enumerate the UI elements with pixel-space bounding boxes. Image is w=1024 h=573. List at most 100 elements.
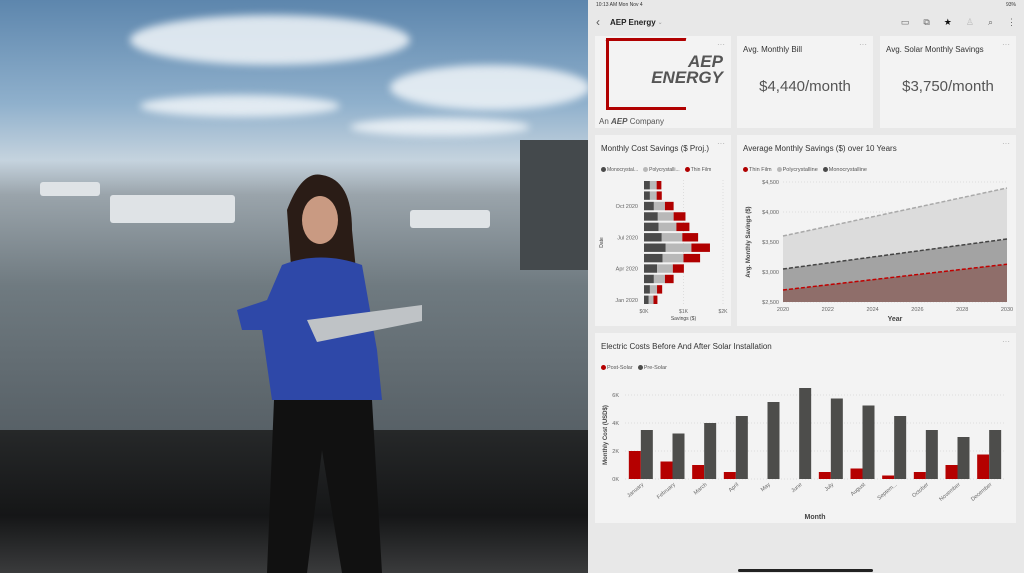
logo-tile[interactable]: ··· AEP ENERGY An AEP Company [595,36,731,128]
y-axis-label: Date [599,237,605,248]
chevron-left-icon[interactable]: ‹ [596,15,600,29]
bar-segment [691,243,710,252]
bar-segment [657,264,673,273]
bar-segment [664,274,674,284]
x-tick-label: $0K [640,309,650,315]
bar-segment [676,222,690,232]
bar-segment [682,233,699,242]
bar-pre-solar [862,405,875,479]
electric-costs-chart[interactable]: Electric Costs Before And After Solar In… [595,333,1016,523]
bar-segment [644,222,659,232]
y-tick-label: $3,500 [762,240,779,246]
x-tick-label: 2022 [822,307,834,313]
y-tick-label: 4K [612,421,619,427]
x-tick-label: Septem... [877,482,899,502]
bar-segment [649,191,657,200]
y-tick-label: $3,000 [762,270,779,276]
bar-pre-solar [957,437,970,479]
x-tick-label: 2028 [956,307,968,313]
avg-savings-area-chart[interactable]: Average Monthly Savings ($) over 10 Year… [737,135,1016,326]
more-options-icon[interactable]: ··· [717,40,725,49]
bar-segment [661,233,683,242]
x-axis-label: Savings ($) [671,316,697,322]
bar-pre-solar [640,430,653,479]
bar-segment [683,253,701,263]
avg-solar-savings-card[interactable]: Avg. Solar Monthly Savings ··· $3,750/mo… [880,36,1016,128]
bar-pre-solar [767,402,780,479]
bar-segment [644,253,663,263]
x-tick-label: October [911,482,930,499]
bar-segment [653,274,665,284]
battery-indicator: 93% [1005,2,1016,8]
bar-pre-solar [925,430,938,479]
y-tick-label: Jan 2020 [615,298,638,304]
bar-post-solar [913,472,926,479]
bar-post-solar [660,461,673,479]
y-tick-label: $4,500 [762,180,779,186]
bar-segment [644,181,650,190]
y-tick-label: Apr 2020 [616,267,638,273]
x-tick-label: 2026 [911,307,923,313]
bar-post-solar [850,468,863,479]
tagline: An [599,117,609,126]
x-tick-label: July [824,482,836,493]
avg-monthly-bill-card[interactable]: Avg. Monthly Bill ··· $4,440/month [737,36,873,128]
x-axis-label: Month [805,514,826,521]
bar-segment [644,295,649,304]
tagline-brand: AEP [611,117,628,126]
bar-pre-solar [672,433,685,479]
status-bar: 10:13 AM Mon Nov 4 93% [588,0,1024,10]
y-tick-label: Oct 2020 [616,204,638,210]
x-axis-label: Year [888,316,903,323]
person-icon[interactable]: ♙ [966,17,974,28]
x-tick-label: $2K [719,309,729,315]
x-tick-label: April [728,482,740,494]
presenter-video [0,0,588,573]
x-tick-label: 2020 [777,307,789,313]
more-icon[interactable]: ⋮ [1007,17,1016,28]
y-axis-label: Avg. Monthly Savings ($) [746,206,752,277]
tagline: Company [629,117,664,126]
x-tick-label: January [626,482,645,499]
bar-segment [656,181,662,190]
chevron-down-icon[interactable]: ⌄ [658,19,663,26]
bar-segment [673,212,686,221]
home-indicator[interactable] [738,569,873,572]
x-tick-label: March [693,482,709,496]
bar-post-solar [882,475,895,479]
x-tick-label: May [760,482,772,493]
search-icon[interactable]: ⌕ [988,17,993,28]
bar-segment [648,295,654,304]
card-title: Avg. Solar Monthly Savings [886,45,984,54]
x-tick-label: 2024 [866,307,878,313]
bar-segment [657,285,663,294]
bar-pre-solar [989,430,1002,479]
bar-segment [644,264,658,273]
comment-icon[interactable]: ▭ [901,17,910,28]
bar-segment [644,285,650,294]
x-tick-label: August [850,482,867,498]
x-tick-label: February [656,482,677,501]
bar-segment [644,233,662,242]
report-title[interactable]: AEP Energy [610,18,656,27]
bar-segment [644,191,650,200]
y-tick-label: $4,000 [762,210,779,216]
more-options-icon[interactable]: ··· [859,40,867,49]
bar-post-solar [723,472,736,479]
x-tick-label: November [938,482,961,503]
bar-post-solar [977,454,990,479]
conversation-icon[interactable]: ⧉ [923,17,929,28]
bar-segment [653,201,665,211]
bar-post-solar [818,472,831,479]
card-value: $3,750/month [902,78,994,95]
app-header: ‹ AEP Energy ⌄ ▭ ⧉ ★ ♙ ⌕ ⋮ [588,10,1024,34]
x-tick-label: $1K [679,309,689,315]
x-tick-label: December [970,482,993,503]
favorite-star-icon[interactable]: ★ [944,17,952,28]
bar-pre-solar [894,416,907,479]
area-chart: $2,500 $3,000 $3,500 $4,000 $4,500 2020 2022 20… [746,180,1013,323]
more-options-icon[interactable]: ··· [1002,40,1010,49]
bar-pre-solar [704,423,717,479]
monthly-cost-savings-chart[interactable]: Monthly Cost Savings ($ Proj.) ··· Monoc… [595,135,731,326]
y-axis-label: Monthly Cost (USD$) [603,405,609,465]
